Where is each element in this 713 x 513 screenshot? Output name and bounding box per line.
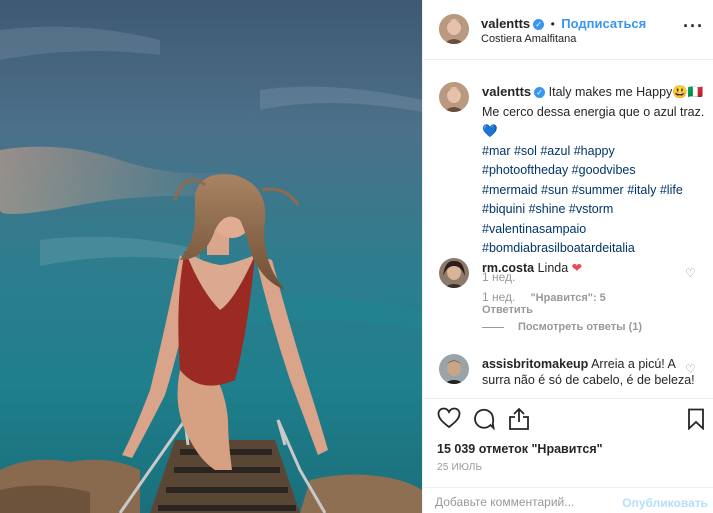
post-caption: valentts ✓ Italy makes me Happy😃🇮🇹 Me cer… bbox=[482, 82, 708, 287]
publish-button[interactable]: Опубликовать bbox=[622, 496, 708, 510]
hashtag-line[interactable]: #photooftheday #goodvibes bbox=[482, 161, 708, 181]
share-icon[interactable] bbox=[508, 407, 530, 436]
author-avatar[interactable] bbox=[439, 14, 469, 44]
comment-bubble-icon[interactable] bbox=[472, 407, 496, 436]
comment-item: rm.costa Linda ❤ bbox=[482, 260, 582, 275]
comment-username[interactable]: rm.costa bbox=[482, 261, 534, 275]
hashtag-line[interactable]: #mar #sol #azul #happy bbox=[482, 142, 708, 162]
comment-item: assisbritomakeup Arreia a picú! A surra … bbox=[482, 356, 697, 388]
post-details-panel: valentts ✓ • Подписаться Costiera Amalfit… bbox=[422, 0, 713, 513]
reply-button[interactable]: Ответить bbox=[482, 304, 533, 316]
comment-username[interactable]: assisbritomakeup bbox=[482, 357, 588, 371]
hashtag-line[interactable]: #valentinasampaio bbox=[482, 220, 708, 240]
likes-count[interactable]: 15 039 отметок "Нравится" bbox=[437, 442, 603, 456]
caption-avatar[interactable] bbox=[439, 82, 469, 112]
author-line: valentts ✓ • Подписаться bbox=[481, 15, 646, 33]
comment-likes[interactable]: "Нравится": 5 bbox=[530, 292, 605, 304]
avatar-image bbox=[439, 14, 469, 44]
more-options-icon[interactable]: ··· bbox=[683, 16, 704, 37]
add-comment-bar: Опубликовать bbox=[423, 487, 713, 513]
post-actions-bar bbox=[423, 398, 713, 434]
hashtag-line[interactable]: #biquini #shine #vstorm bbox=[482, 200, 708, 220]
red-heart-emoji: ❤ bbox=[571, 261, 583, 275]
bookmark-icon[interactable] bbox=[687, 408, 705, 435]
post-header: valentts ✓ • Подписаться Costiera Amalfit… bbox=[423, 0, 713, 60]
like-comment-heart-icon[interactable]: ♡ bbox=[685, 266, 696, 280]
follow-button[interactable]: Подписаться bbox=[561, 16, 646, 31]
like-comment-heart-icon[interactable]: ♡ bbox=[685, 362, 696, 376]
comment-avatar[interactable] bbox=[439, 258, 469, 288]
comment-meta: 1 нед. "Нравится": 5 bbox=[482, 290, 606, 304]
follow-separator: • bbox=[550, 17, 555, 31]
caption-username[interactable]: valentts bbox=[482, 84, 531, 99]
hashtag-line[interactable]: #mermaid #sun #summer #italy #life bbox=[482, 181, 708, 201]
avatar-image bbox=[439, 258, 469, 288]
verified-badge-icon: ✓ bbox=[534, 87, 546, 98]
post-date[interactable]: 25 июль bbox=[437, 462, 482, 473]
hashtag-line[interactable]: #bomdiabrasilboatardeitalia bbox=[482, 239, 708, 259]
comment-avatar[interactable] bbox=[439, 354, 469, 384]
caption-hashtags: #mar #sol #azul #happy #photooftheday #g… bbox=[482, 142, 708, 259]
comment-input[interactable] bbox=[435, 495, 605, 509]
location-link[interactable]: Costiera Amalfitana bbox=[481, 33, 576, 45]
author-username[interactable]: valentts bbox=[481, 16, 530, 31]
post-photo[interactable] bbox=[0, 0, 422, 513]
comments-list[interactable]: valentts ✓ Italy makes me Happy😃🇮🇹 Me cer… bbox=[423, 60, 713, 398]
avatar-image bbox=[439, 354, 469, 384]
comment-time[interactable]: 1 нед. bbox=[482, 290, 515, 304]
comment-text: Linda bbox=[537, 261, 569, 275]
photo-image bbox=[0, 0, 422, 513]
avatar-image bbox=[439, 82, 469, 112]
verified-badge-icon: ✓ bbox=[533, 19, 545, 30]
replies-divider bbox=[482, 327, 504, 328]
like-heart-icon[interactable] bbox=[437, 407, 461, 434]
view-replies-button[interactable]: Посмотреть ответы (1) bbox=[518, 321, 642, 333]
